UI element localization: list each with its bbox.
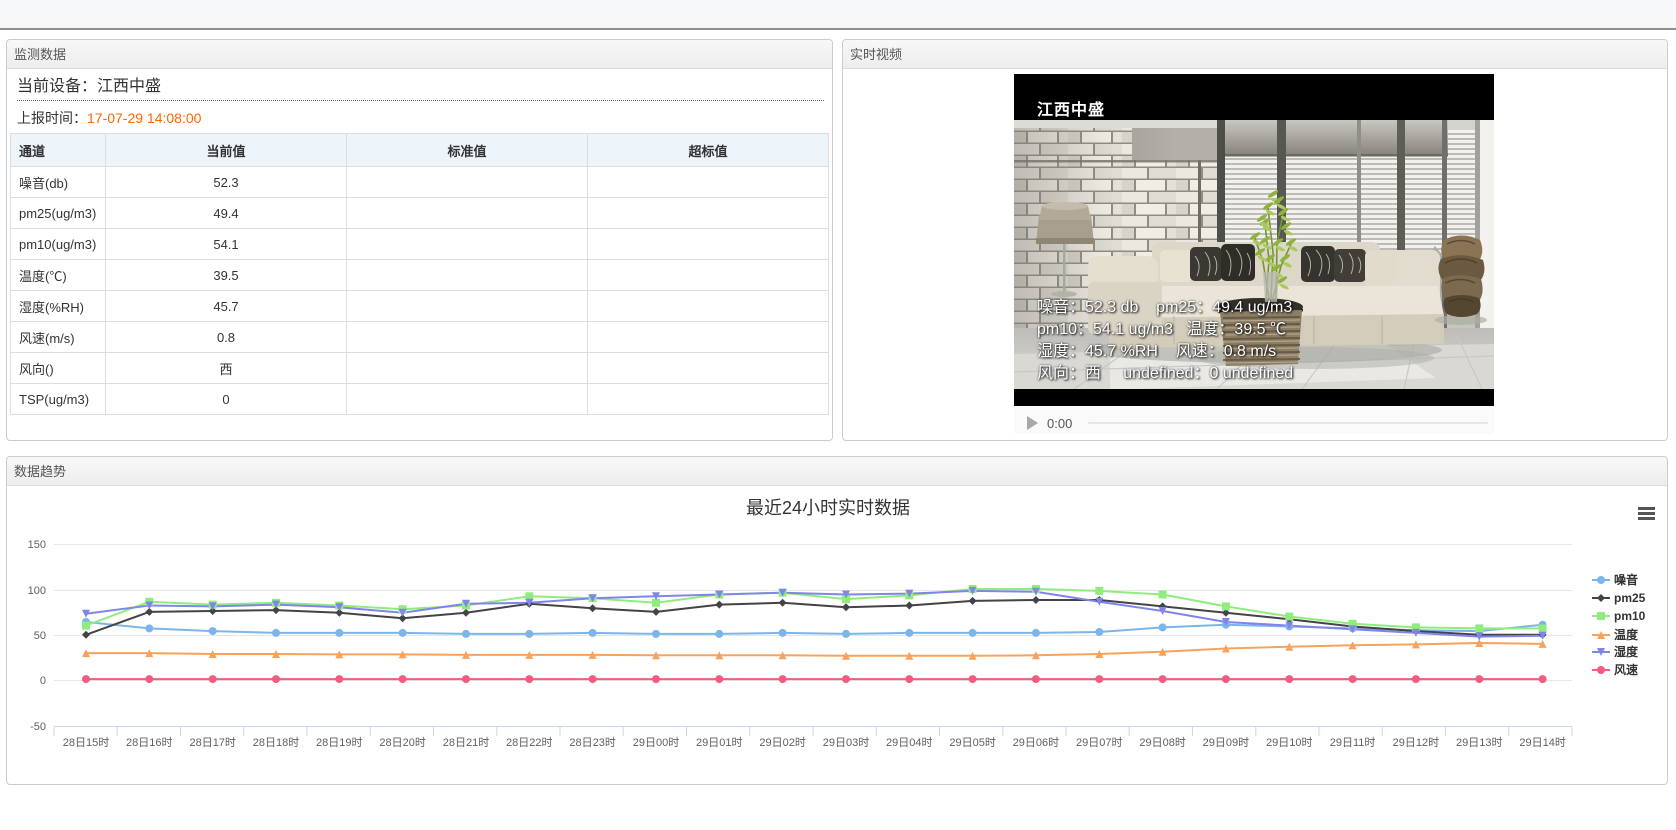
svg-text:0: 0 [40,675,46,687]
svg-text:温度: 温度 [1614,627,1639,642]
svg-text:pm10: pm10 [1614,609,1646,623]
svg-text:28日15时: 28日15时 [63,736,109,749]
svg-text:100: 100 [28,585,46,597]
svg-text:29日02时: 29日02时 [759,736,805,749]
svg-text:28日17时: 28日17时 [189,736,235,749]
svg-text:29日12时: 29日12时 [1393,736,1439,749]
svg-text:150: 150 [28,539,46,551]
svg-text:29日01时: 29日01时 [696,736,742,749]
svg-text:风速: 风速 [1614,662,1638,677]
svg-text:29日13时: 29日13时 [1456,736,1502,749]
svg-text:29日10时: 29日10时 [1266,736,1312,749]
svg-text:29日03时: 29日03时 [823,736,869,749]
svg-text:50: 50 [34,630,46,642]
svg-text:29日08时: 29日08时 [1139,736,1185,749]
svg-text:28日19时: 28日19时 [316,736,362,749]
svg-text:28日20时: 28日20时 [379,736,425,749]
svg-text:最近24小时实时数据: 最近24小时实时数据 [746,498,910,518]
svg-text:29日04时: 29日04时 [886,736,932,749]
svg-text:28日16时: 28日16时 [126,736,172,749]
svg-text:28日18时: 28日18时 [253,736,299,749]
svg-text:噪音: 噪音 [1614,572,1638,587]
svg-text:28日23时: 28日23时 [569,736,615,749]
svg-text:28日22时: 28日22时 [506,736,552,749]
svg-text:pm25: pm25 [1614,591,1646,605]
svg-text:29日09时: 29日09时 [1203,736,1249,749]
svg-text:29日11时: 29日11时 [1330,736,1376,749]
svg-text:湿度: 湿度 [1614,644,1639,659]
svg-text:29日07时: 29日07时 [1076,736,1122,749]
svg-text:29日00时: 29日00时 [633,736,679,749]
svg-text:-50: -50 [30,721,46,733]
svg-text:28日21时: 28日21时 [443,736,489,749]
svg-text:29日05时: 29日05时 [949,736,995,749]
svg-text:29日14时: 29日14时 [1519,736,1565,749]
svg-text:29日06时: 29日06时 [1013,736,1059,749]
